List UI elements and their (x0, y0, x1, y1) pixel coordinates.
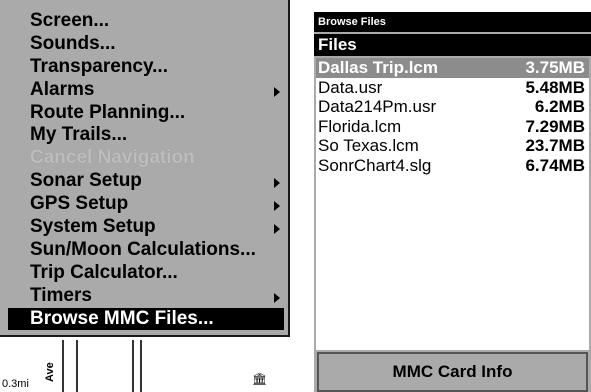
file-name: Data.usr (318, 77, 383, 97)
submenu-arrow-icon (274, 178, 280, 189)
menu-item[interactable]: Transparency... (0, 56, 288, 79)
file-size: 5.48MB (525, 77, 585, 97)
file-row[interactable]: Data214Pm.usr 6.2MB (316, 97, 589, 117)
menu-item-label: System Setup (30, 216, 156, 238)
submenu-arrow-icon (274, 86, 280, 97)
file-name: Florida.lcm (318, 116, 402, 136)
file-name: SonrChart4.slg (318, 155, 432, 175)
menu-item-label: Screen... (30, 10, 110, 31)
menu-item[interactable]: Sonar Setup (0, 170, 288, 193)
menu-item[interactable]: GPS Setup (0, 193, 288, 216)
building-icon: 🏛 (252, 372, 268, 386)
road-label: Ave (44, 362, 56, 382)
menu-item: Cancel Navigation (0, 147, 288, 170)
menu-item-label: Trip Calculator... (30, 261, 178, 283)
file-size: 7.29MB (525, 116, 585, 136)
menu-item-label: Sun/Moon Calculations... (30, 238, 256, 260)
menu-item-label: Alarms (30, 78, 95, 100)
menu-list: Screen... Sounds... Transparency... Alarms R… (0, 10, 288, 331)
files-header: Files (314, 34, 591, 56)
menu-item[interactable]: Browse MMC Files... (8, 307, 284, 331)
settings-menu-panel: Screen... Sounds... Transparency... Alarms R… (0, 0, 292, 392)
menu-item[interactable]: Alarms (0, 79, 288, 102)
menu-item-label: Sounds... (30, 32, 116, 54)
menu-item[interactable]: Sun/Moon Calculations... (0, 239, 288, 262)
road (62, 340, 78, 392)
menu-item-label: Browse MMC Files... (30, 307, 214, 329)
menu-item[interactable]: My Trails... (0, 124, 288, 147)
window-title: Browse Files (314, 12, 591, 32)
menu-item[interactable]: Sounds... (0, 33, 288, 56)
menu-item-label: Sonar Setup (30, 170, 142, 192)
menu-item[interactable]: Trip Calculator... (0, 262, 288, 285)
menu-item-label: Route Planning... (30, 101, 186, 123)
menu-item-label: Cancel Navigation (30, 147, 195, 169)
browse-files-window: Browse Files Files Dallas Trip.lcm 3.75MB… (314, 12, 591, 392)
menu-item-label: GPS Setup (30, 193, 129, 215)
menu-item[interactable]: Screen... (0, 10, 288, 33)
file-row[interactable]: Data.usr 5.48MB (316, 78, 589, 98)
menu-item[interactable]: System Setup (0, 216, 288, 239)
mmc-card-info-button[interactable]: MMC Card Info (317, 352, 588, 392)
file-size: 6.74MB (525, 155, 585, 175)
settings-menu: Screen... Sounds... Transparency... Alarms R… (0, 0, 290, 337)
menu-item-label: Timers (30, 284, 92, 306)
file-size: 23.7MB (525, 136, 585, 155)
file-name: So Texas.lcm (318, 136, 419, 155)
submenu-arrow-icon (274, 224, 280, 235)
submenu-arrow-icon (274, 292, 280, 303)
map-scale-label: 0.3mi (2, 378, 29, 390)
file-name: Data214Pm.usr (318, 97, 437, 116)
menu-item[interactable]: Route Planning... (0, 102, 288, 125)
file-list: Dallas Trip.lcm 3.75MB Data.usr 5.48MB Data2… (316, 58, 589, 350)
file-size: 3.75MB (525, 58, 585, 77)
file-row[interactable]: Florida.lcm 7.29MB (316, 117, 589, 137)
road (132, 340, 142, 392)
file-name: Dallas Trip.lcm (318, 58, 438, 77)
menu-item[interactable]: Timers (0, 285, 288, 308)
map-preview: Ave 0.3mi 🏛 (0, 340, 292, 392)
file-size: 6.2MB (534, 97, 585, 116)
file-row[interactable]: SonrChart4.slg 6.74MB (316, 156, 589, 176)
file-row[interactable]: So Texas.lcm 23.7MB (316, 136, 589, 156)
file-row[interactable]: Dallas Trip.lcm 3.75MB (316, 58, 589, 78)
menu-item-label: My Trails... (30, 124, 128, 146)
menu-item-label: Transparency... (30, 55, 168, 77)
submenu-arrow-icon (274, 201, 280, 212)
